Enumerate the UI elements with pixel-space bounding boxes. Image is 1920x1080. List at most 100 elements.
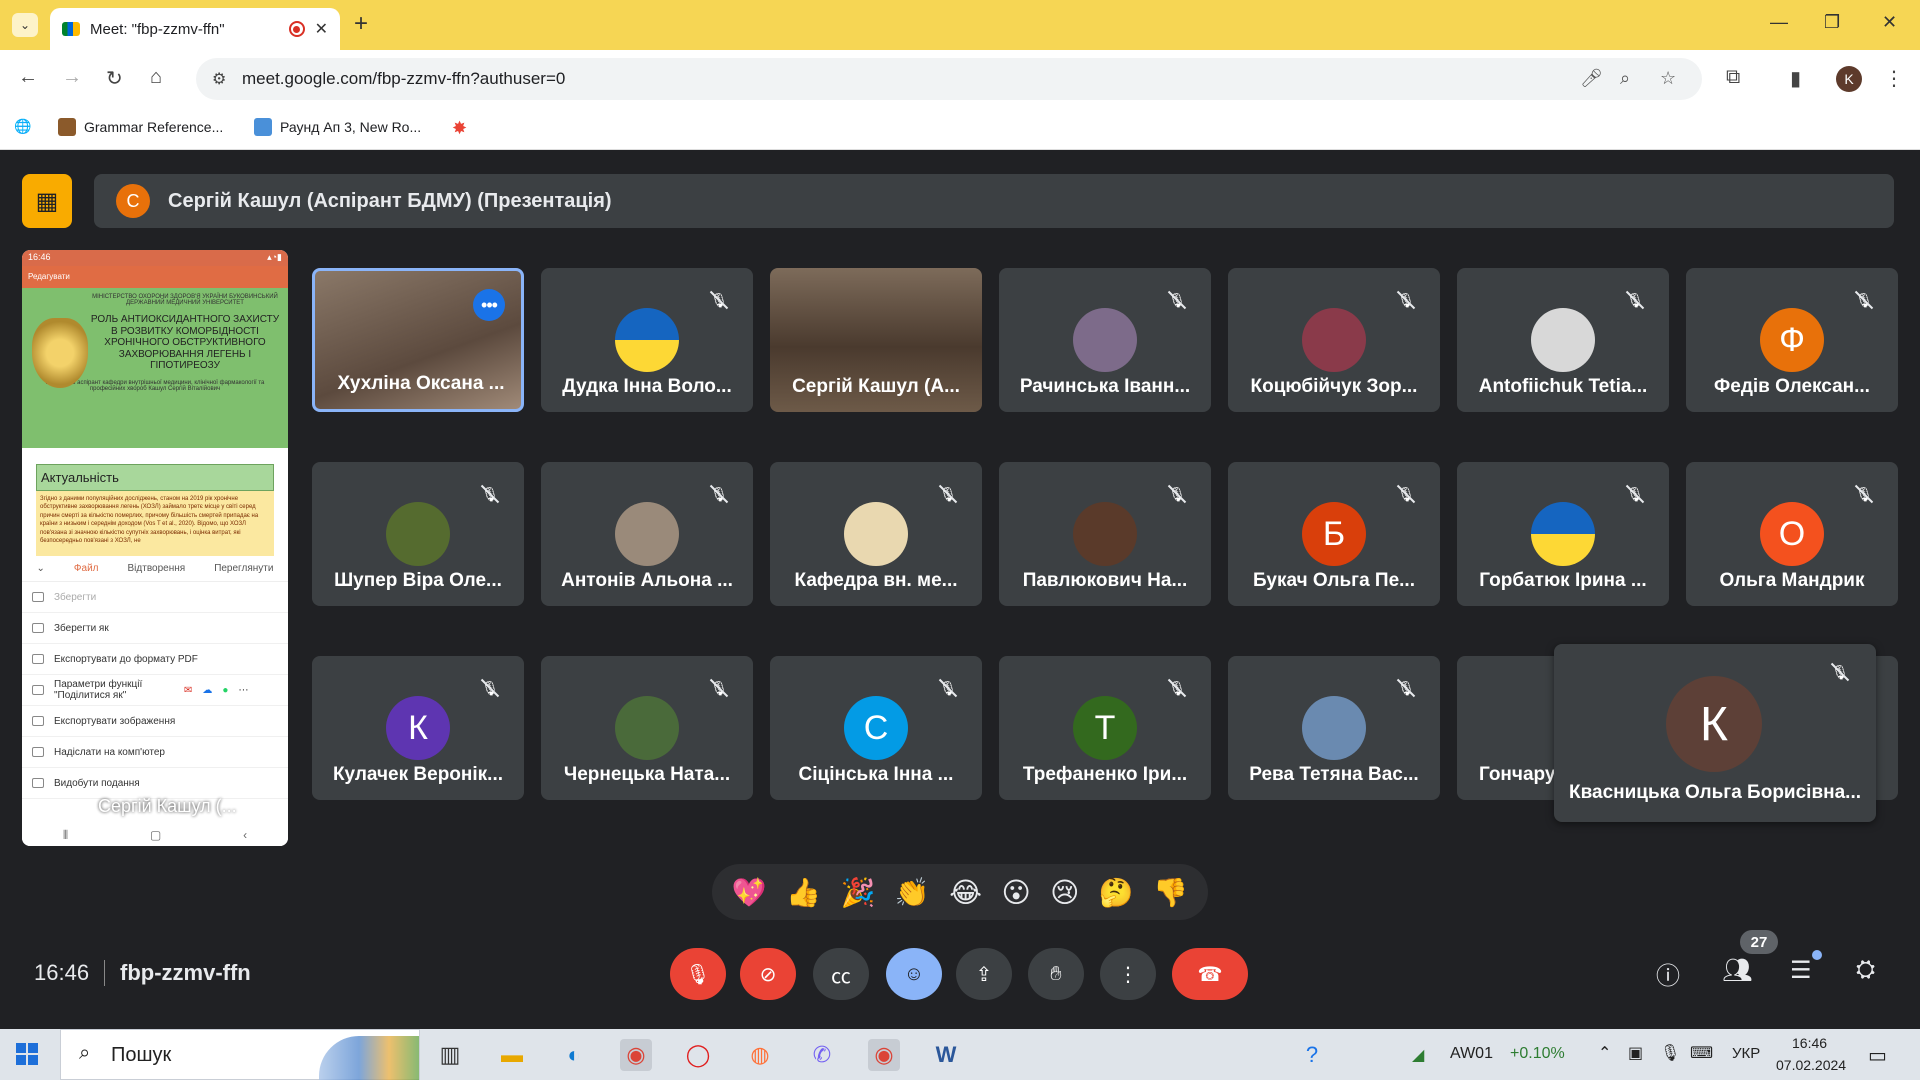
menu-item-share-as[interactable]: Параметри функції "Поділитися як" ✉ ☁ ● ⋯: [22, 675, 288, 706]
participant-tile[interactable]: Павлюкович На...: [999, 462, 1211, 606]
present-button[interactable]: ⇪: [956, 948, 1012, 1000]
participant-tile[interactable]: Рева Тетяна Вас...: [1228, 656, 1440, 800]
tab-close-icon[interactable]: ✕: [315, 19, 328, 39]
participant-tile[interactable]: Горбатюк Ірина ...: [1457, 462, 1669, 606]
activities-icon[interactable]: ⛭: [1856, 956, 1875, 984]
browser-menu-icon[interactable]: ⋮: [1884, 66, 1904, 91]
participant-tile[interactable]: Б Букач Ольга Пе...: [1228, 462, 1440, 606]
participant-tile[interactable]: Дудка Інна Воло...: [541, 268, 753, 412]
bookmark-grammar[interactable]: Grammar Reference...: [58, 118, 223, 136]
forward-icon[interactable]: →: [62, 66, 82, 89]
viber-icon[interactable]: ✆: [806, 1039, 838, 1071]
participant-tile[interactable]: Рачинська Іванн...: [999, 268, 1211, 412]
taskbar-date[interactable]: 07.02.2024: [1776, 1057, 1846, 1073]
chat-icon[interactable]: ☰: [1790, 956, 1812, 985]
opera-icon[interactable]: ◯: [682, 1039, 714, 1071]
participant-tile[interactable]: Сергій Кашул (А...: [770, 268, 982, 412]
menu-item-export-pdf[interactable]: Експортувати до формату PDF: [22, 644, 288, 675]
participant-tile[interactable]: К Кулачек Веронік...: [312, 656, 524, 800]
sparkling-heart-reaction[interactable]: 💖: [732, 876, 767, 909]
chevron-down-icon[interactable]: ⌄: [37, 563, 45, 574]
raise-hand-button[interactable]: ✋︎: [1028, 948, 1084, 1000]
bookmark-round-up[interactable]: Раунд Ап 3, New Ro...: [254, 118, 421, 136]
tab-playback[interactable]: Відтворення: [128, 563, 186, 574]
reactions-button[interactable]: ☺: [886, 948, 942, 1000]
word-icon[interactable]: W: [930, 1039, 962, 1071]
bookmark-star-icon[interactable]: ☆: [1660, 68, 1676, 89]
address-bar[interactable]: ⚙ meet.google.com/fbp-zzmv-ffn?authuser=…: [196, 58, 1702, 100]
surprised-reaction[interactable]: 😮: [1001, 876, 1030, 909]
file-explorer-icon[interactable]: ▬: [496, 1039, 528, 1071]
menu-item-export-image[interactable]: Експортувати зображення: [22, 706, 288, 737]
thumbs-up-reaction[interactable]: 👍: [786, 876, 821, 909]
menu-item-save-as[interactable]: Зберегти як: [22, 613, 288, 644]
people-icon[interactable]: 👥︎: [1722, 956, 1752, 985]
profile-avatar[interactable]: K: [1836, 66, 1862, 92]
notifications-icon[interactable]: ▭: [1868, 1043, 1887, 1068]
stock-name[interactable]: AW01: [1450, 1045, 1493, 1063]
back-icon[interactable]: ←: [18, 66, 38, 89]
participant-tile-spotlight[interactable]: К Квасницька Ольга Борисівна...: [1554, 644, 1876, 822]
participant-tile[interactable]: ••• Хухліна Оксана ...: [312, 268, 524, 412]
thumbs-down-reaction[interactable]: 👎: [1153, 876, 1188, 909]
leave-call-button[interactable]: ☎: [1172, 948, 1248, 1000]
camera-in-use-icon[interactable]: ▣: [1628, 1043, 1643, 1063]
bookmark-photos-icon[interactable]: ✸: [452, 118, 467, 139]
windows-start-icon[interactable]: [16, 1043, 38, 1065]
extensions-icon[interactable]: ⧉: [1726, 66, 1740, 89]
microphone-icon[interactable]: 🎤︎: [1580, 68, 1603, 89]
minimize-button[interactable]: —: [1770, 12, 1788, 33]
apps-globe-icon[interactable]: 🌐: [14, 118, 31, 135]
site-info-icon[interactable]: ⚙: [212, 69, 226, 89]
party-popper-reaction[interactable]: 🎉: [841, 876, 876, 909]
taskbar-time[interactable]: 16:46: [1792, 1035, 1827, 1051]
thinking-reaction[interactable]: 🤔: [1099, 876, 1134, 909]
more-options-button[interactable]: ⋮: [1100, 948, 1156, 1000]
stop-presenting-icon[interactable]: ▦: [22, 174, 72, 228]
participant-tile[interactable]: Ф Федів Олексан...: [1686, 268, 1898, 412]
participant-tile[interactable]: Antofiichuk Tetia...: [1457, 268, 1669, 412]
camera-toggle-button[interactable]: ⊘: [740, 948, 796, 1000]
browser-tab-meet[interactable]: Meet: "fbp-zzmv-ffn" ✕: [50, 8, 340, 50]
taskbar-search[interactable]: ⌕ Пошук: [60, 1029, 420, 1080]
mic-toggle-button[interactable]: 🎙︎: [670, 948, 726, 1000]
chrome-icon[interactable]: ◉: [620, 1039, 652, 1071]
home-icon[interactable]: ⌂: [150, 66, 162, 89]
chrome-profile-icon[interactable]: ◉: [868, 1039, 900, 1071]
more-options-icon[interactable]: •••: [473, 289, 505, 321]
captions-button[interactable]: ㏄: [813, 948, 869, 1000]
joy-reaction[interactable]: 😂: [949, 876, 982, 909]
keyboard-icon[interactable]: ⌨: [1690, 1043, 1713, 1063]
participant-tile[interactable]: Кафедра вн. ме...: [770, 462, 982, 606]
url-text[interactable]: meet.google.com/fbp-zzmv-ffn?authuser=0: [242, 69, 565, 89]
task-view-icon[interactable]: ▥: [434, 1039, 466, 1071]
tray-chevron-icon[interactable]: ⌃: [1598, 1043, 1611, 1063]
zoom-icon[interactable]: ⌕: [1620, 68, 1630, 89]
clapping-reaction[interactable]: 👏: [895, 876, 930, 909]
restore-button[interactable]: ❐: [1824, 12, 1840, 33]
menu-item-save[interactable]: Зберегти: [22, 582, 288, 613]
participant-tile[interactable]: С Сіцінська Інна ...: [770, 656, 982, 800]
tab-view[interactable]: Переглянути: [214, 563, 273, 574]
participant-tile[interactable]: О Ольга Мандрик: [1686, 462, 1898, 606]
reload-icon[interactable]: ↻: [106, 66, 123, 91]
participant-tile[interactable]: Т Трефаненко Іри...: [999, 656, 1211, 800]
crying-reaction[interactable]: 😢: [1050, 876, 1079, 909]
window-close-button[interactable]: ✕: [1882, 12, 1897, 33]
language-indicator[interactable]: УКР: [1732, 1045, 1760, 1062]
new-tab-button[interactable]: +: [354, 10, 368, 38]
participant-tile[interactable]: Антонів Альона ...: [541, 462, 753, 606]
participant-tile[interactable]: Коцюбійчук Зор...: [1228, 268, 1440, 412]
meeting-info-icon[interactable]: ⓘ: [1656, 956, 1680, 991]
participant-tile[interactable]: Шупер Віра Оле...: [312, 462, 524, 606]
tab-search-button[interactable]: ⌄: [12, 13, 38, 37]
menu-item-extract[interactable]: Видобути подання: [22, 768, 288, 799]
firefox-icon[interactable]: ◍: [744, 1039, 776, 1071]
help-icon[interactable]: ?: [1296, 1039, 1328, 1071]
participant-tile[interactable]: Чернецька Ната...: [541, 656, 753, 800]
side-panel-icon[interactable]: ▮: [1790, 66, 1801, 91]
tab-file[interactable]: Файл: [74, 563, 99, 574]
shared-screen-tile[interactable]: 16:46 ▴◔▮ Редагувати МІНІСТЕРСТВО ОХОРОНИ…: [22, 250, 288, 846]
microphone-in-use-icon[interactable]: 🎙︎: [1660, 1043, 1680, 1063]
menu-item-send-to-pc[interactable]: Надіслати на комп'ютер: [22, 737, 288, 768]
